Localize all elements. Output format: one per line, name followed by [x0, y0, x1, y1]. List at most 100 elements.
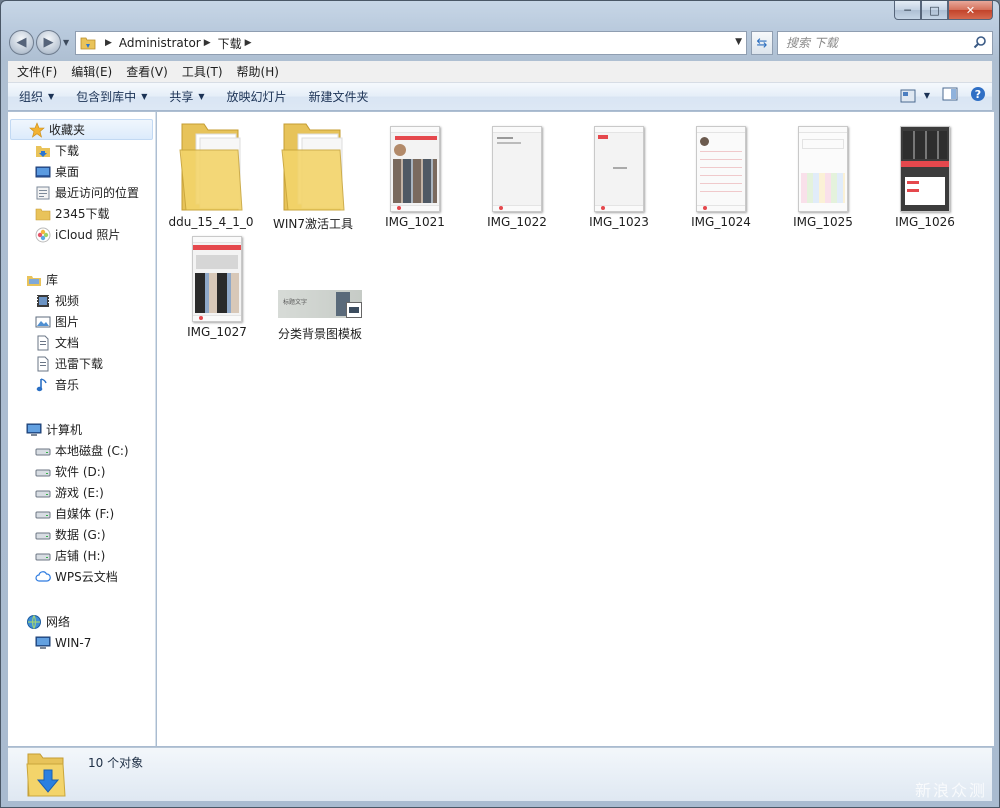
- address-row: ◀ ▶ ▼ ▶ Administrator ▶ 下载 ▶ ▼ ⇆: [9, 30, 993, 56]
- image-thumbnail: [390, 126, 440, 212]
- nav-item-thunder-downloads[interactable]: 迅雷下载: [8, 353, 155, 374]
- image-thumbnail: [798, 126, 848, 212]
- file-item-image[interactable]: IMG_1025: [773, 116, 873, 229]
- nav-item-music[interactable]: 音乐: [8, 374, 155, 395]
- chevron-down-icon: ▼: [141, 91, 148, 101]
- nav-item-win7[interactable]: WIN-7: [8, 632, 155, 653]
- nav-item-label: 迅雷下载: [55, 357, 104, 371]
- include-in-library-label: 包含到库中: [76, 89, 137, 104]
- item-count: 10 个对象: [88, 756, 144, 770]
- nav-item-drive-g[interactable]: 数据 (G:): [8, 524, 155, 545]
- nav-item-label: WPS云文档: [55, 570, 118, 584]
- menu-help[interactable]: 帮助(H): [230, 62, 286, 82]
- cloud-icon: [35, 569, 51, 585]
- nav-item-recent-places[interactable]: 最近访问的位置: [8, 182, 155, 203]
- change-view-button[interactable]: ▼: [900, 89, 930, 103]
- nav-item-videos[interactable]: 视频: [8, 290, 155, 311]
- slideshow-button[interactable]: 放映幻灯片: [216, 84, 298, 110]
- nav-item-label: 店铺 (H:): [55, 549, 106, 563]
- nav-item-label: 2345下载: [55, 207, 110, 221]
- nav-libraries[interactable]: 库: [8, 269, 155, 290]
- watermark: 新浪众测: [914, 781, 987, 800]
- nav-computer[interactable]: 计算机: [8, 419, 155, 440]
- file-item-image[interactable]: IMG_1021: [365, 116, 465, 229]
- nav-item-drive-e[interactable]: 游戏 (E:): [8, 482, 155, 503]
- nav-item-icloud-photos[interactable]: iCloud 照片: [8, 224, 155, 245]
- search-box[interactable]: [777, 31, 993, 55]
- breadcrumb-separator-icon[interactable]: ▶: [204, 38, 211, 48]
- file-item-image[interactable]: IMG_1023: [569, 116, 669, 229]
- nav-item-wps-cloud[interactable]: WPS云文档: [8, 566, 155, 587]
- breadcrumb-administrator[interactable]: Administrator: [119, 36, 201, 50]
- close-button[interactable]: ✕: [948, 1, 993, 20]
- file-item-image[interactable]: IMG_1022: [467, 116, 567, 229]
- network-icon: [26, 614, 42, 630]
- include-in-library-button[interactable]: 包含到库中 ▼: [65, 84, 158, 110]
- file-item-image[interactable]: IMG_1026: [875, 116, 975, 229]
- organize-button[interactable]: 组织 ▼: [8, 84, 65, 110]
- image-thumbnail: [900, 126, 950, 212]
- breadcrumb-separator-icon[interactable]: ▶: [105, 38, 112, 48]
- help-icon: ?: [971, 87, 985, 101]
- minimize-button[interactable]: ─: [894, 1, 921, 20]
- nav-item-drive-h[interactable]: 店铺 (H:): [8, 545, 155, 566]
- search-input[interactable]: [778, 32, 958, 54]
- computer-group: 计算机 本地磁盘 (C:) 软件 (D:) 游戏 (E:) 自媒体 (F:) 数…: [8, 419, 155, 587]
- help-button[interactable]: ?: [970, 86, 986, 105]
- search-icon[interactable]: [973, 35, 987, 52]
- nav-item-downloads[interactable]: 下载: [8, 140, 155, 161]
- nav-network[interactable]: 网络: [8, 611, 155, 632]
- nav-item-drive-f[interactable]: 自媒体 (F:): [8, 503, 155, 524]
- menu-file[interactable]: 文件(F): [10, 62, 64, 82]
- nav-favorites-label: 收藏夹: [49, 123, 86, 137]
- back-button[interactable]: ◀: [9, 30, 34, 55]
- nav-item-label: 文档: [55, 336, 80, 350]
- share-button[interactable]: 共享 ▼: [158, 84, 215, 110]
- nav-item-2345-downloads[interactable]: 2345下载: [8, 203, 155, 224]
- nav-item-drive-d[interactable]: 软件 (D:): [8, 461, 155, 482]
- address-bar[interactable]: ▶ Administrator ▶ 下载 ▶ ▼: [75, 31, 747, 55]
- file-item-label: IMG_1026: [895, 215, 955, 229]
- nav-item-label: 数据 (G:): [55, 528, 106, 542]
- maximize-button[interactable]: □: [921, 1, 948, 20]
- file-item-label: IMG_1024: [691, 215, 751, 229]
- breadcrumb-separator-icon[interactable]: ▶: [245, 38, 252, 48]
- file-item-image[interactable]: 标题文字 分类背景图模板: [270, 226, 370, 342]
- chevron-down-icon: ▼: [198, 91, 205, 101]
- nav-item-drive-c[interactable]: 本地磁盘 (C:): [8, 440, 155, 461]
- menu-view[interactable]: 查看(V): [119, 62, 175, 82]
- drive-icon: [35, 548, 51, 564]
- refresh-button[interactable]: ⇆: [751, 31, 773, 55]
- nav-item-documents[interactable]: 文档: [8, 332, 155, 353]
- new-folder-button[interactable]: 新建文件夹: [298, 84, 380, 110]
- menu-edit[interactable]: 编辑(E): [64, 62, 119, 82]
- preview-pane-icon: [942, 87, 958, 101]
- nav-favorites[interactable]: 收藏夹: [10, 119, 153, 140]
- arrow-right-icon: ▶: [43, 35, 54, 50]
- preview-pane-button[interactable]: [942, 87, 958, 104]
- file-item-image[interactable]: IMG_1027: [167, 226, 267, 339]
- refresh-icon: ⇆: [756, 35, 768, 51]
- icloud-photos-icon: [35, 227, 51, 243]
- file-item-image[interactable]: IMG_1024: [671, 116, 771, 229]
- folder-icon: [179, 123, 243, 211]
- menu-bar: 文件(F) 编辑(E) 查看(V) 工具(T) 帮助(H): [8, 61, 992, 83]
- image-thumbnail: [492, 126, 542, 212]
- menu-tools[interactable]: 工具(T): [175, 62, 230, 82]
- svg-text:?: ?: [975, 88, 981, 101]
- forward-button[interactable]: ▶: [36, 30, 61, 55]
- nav-item-pictures[interactable]: 图片: [8, 311, 155, 332]
- address-history-dropdown[interactable]: ▼: [735, 37, 742, 47]
- file-list-view: ddu_15_4_1_0 WIN7激活工具 IMG_1021 IMG_1022 …: [157, 112, 994, 746]
- drive-icon: [35, 443, 51, 459]
- nav-computer-label: 计算机: [46, 423, 83, 437]
- breadcrumb-downloads[interactable]: 下载: [218, 35, 242, 52]
- file-item-folder[interactable]: ddu_15_4_1_0: [161, 116, 261, 229]
- navigation-pane: 收藏夹 下载 桌面 最近访问的位置 2345下载 iCloud 照片 库 视频 …: [8, 112, 156, 746]
- nav-item-desktop[interactable]: 桌面: [8, 161, 155, 182]
- network-group: 网络 WIN-7: [8, 611, 155, 653]
- recent-pages-dropdown[interactable]: ▼: [63, 38, 69, 47]
- organize-label: 组织: [19, 89, 44, 104]
- file-item-folder[interactable]: WIN7激活工具: [263, 116, 363, 232]
- music-icon: [35, 377, 51, 393]
